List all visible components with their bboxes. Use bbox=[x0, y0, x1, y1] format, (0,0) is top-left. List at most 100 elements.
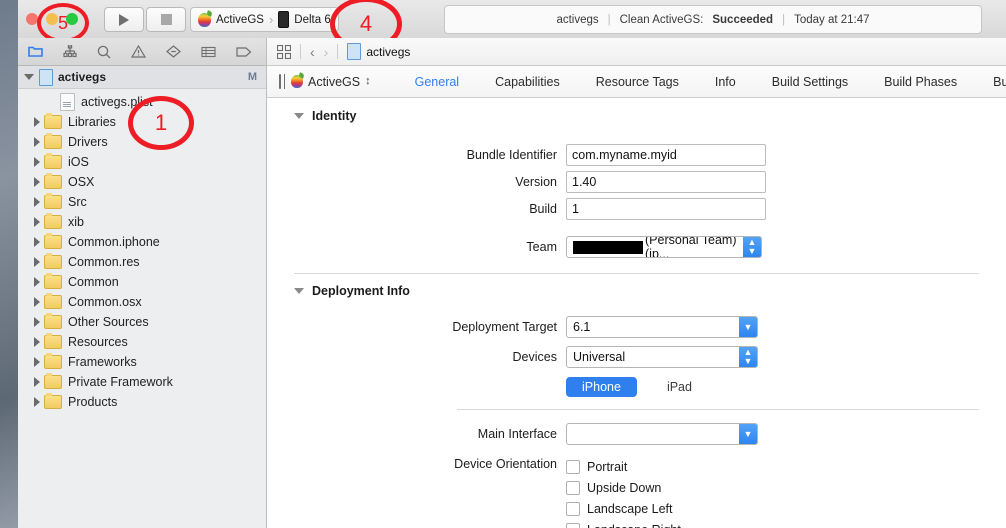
list-item[interactable]: Common.res bbox=[18, 252, 266, 272]
checkbox-icon[interactable] bbox=[566, 522, 580, 528]
tab-build-settings[interactable]: Build Settings bbox=[754, 75, 866, 89]
tab-build-phases[interactable]: Build Phases bbox=[866, 75, 975, 89]
disclosure-triangle[interactable] bbox=[18, 177, 44, 187]
scheme-selector[interactable]: ActiveGS › Delta 6 bbox=[190, 7, 339, 32]
tab-resource-tags[interactable]: Resource Tags bbox=[578, 75, 697, 89]
identity-section-header[interactable]: Identity bbox=[294, 109, 1006, 123]
list-item-label: Resources bbox=[68, 335, 128, 349]
disclosure-triangle[interactable] bbox=[18, 197, 44, 207]
devices-popup-button[interactable]: Universal ▲ ▼ bbox=[566, 346, 758, 368]
run-button[interactable] bbox=[104, 7, 144, 32]
deployment-target-combo[interactable]: 6.1 ▼ bbox=[566, 316, 758, 338]
status-badge: M bbox=[247, 71, 257, 83]
source-control-icon[interactable] bbox=[63, 44, 77, 60]
folder-icon[interactable] bbox=[28, 44, 43, 60]
xcode-window: 5 ActiveGS › Delta 6 4 activegs | Clean … bbox=[18, 0, 1006, 528]
list-item[interactable]: Common.osx bbox=[18, 292, 266, 312]
checkbox-icon[interactable] bbox=[566, 480, 580, 495]
main-interface-combo[interactable]: ▼ bbox=[566, 423, 758, 445]
orientation-checkbox-group: Portrait Upside Down Landscape Left Land… bbox=[566, 457, 681, 528]
list-item[interactable]: OSX bbox=[18, 172, 266, 192]
list-item[interactable]: Resources bbox=[18, 332, 266, 352]
play-icon bbox=[119, 13, 129, 26]
list-item[interactable]: Private Framework bbox=[18, 372, 266, 392]
bundle-identifier-input[interactable]: com.myname.myid bbox=[566, 144, 766, 166]
tab-general[interactable]: General bbox=[397, 75, 477, 89]
folder-icon bbox=[44, 113, 62, 129]
orientation-upside-down[interactable]: Upside Down bbox=[566, 478, 681, 497]
chevron-right-icon bbox=[34, 397, 40, 407]
list-item[interactable]: Frameworks bbox=[18, 352, 266, 372]
tab-info[interactable]: Info bbox=[697, 75, 754, 89]
folder-icon bbox=[44, 393, 62, 409]
tab-build-rules[interactable]: Build bbox=[975, 75, 1006, 89]
chevron-right-icon bbox=[34, 197, 40, 207]
tab-capabilities[interactable]: Capabilities bbox=[477, 75, 578, 89]
chevron-down-icon[interactable] bbox=[294, 113, 304, 119]
search-icon[interactable] bbox=[97, 44, 111, 60]
orientation-label: Portrait bbox=[587, 459, 628, 474]
list-item[interactable]: xib bbox=[18, 212, 266, 232]
orientation-label: Landscape Left bbox=[587, 501, 673, 516]
list-icon[interactable] bbox=[201, 44, 216, 60]
deployment-info-section-header[interactable]: Deployment Info bbox=[294, 284, 1006, 298]
checkbox-icon[interactable] bbox=[566, 459, 580, 474]
orientation-landscape-right[interactable]: Landscape Right bbox=[566, 520, 681, 528]
folder-icon bbox=[44, 333, 62, 349]
stepper-arrows-icon: ▲ ▼ bbox=[743, 237, 761, 257]
disclosure-triangle[interactable] bbox=[18, 117, 44, 127]
disclosure-triangle[interactable] bbox=[18, 277, 44, 287]
chevron-right-icon bbox=[34, 257, 40, 267]
main-interface-row: Main Interface ▼ bbox=[267, 422, 1006, 446]
stop-button[interactable] bbox=[146, 7, 186, 32]
list-item[interactable]: Products bbox=[18, 392, 266, 412]
list-item-label: xib bbox=[68, 215, 84, 229]
segment-iphone[interactable]: iPhone bbox=[566, 377, 637, 397]
list-item-label: Other Sources bbox=[68, 315, 149, 329]
disclosure-triangle[interactable] bbox=[18, 157, 44, 167]
list-item[interactable]: Common.iphone bbox=[18, 232, 266, 252]
navigator-root-row[interactable]: activegs M bbox=[18, 66, 266, 89]
orientation-landscape-left[interactable]: Landscape Left bbox=[566, 499, 681, 518]
checkbox-icon[interactable] bbox=[566, 501, 580, 516]
chevron-down-icon[interactable] bbox=[24, 74, 34, 80]
warning-triangle-icon[interactable] bbox=[131, 44, 146, 60]
version-input[interactable]: 1.40 bbox=[566, 171, 766, 193]
device-orientation-label: Device Orientation bbox=[454, 457, 557, 471]
disclosure-triangle[interactable] bbox=[18, 377, 44, 387]
disclosure-triangle[interactable] bbox=[18, 237, 44, 247]
devices-row: Devices Universal ▲ ▼ bbox=[267, 345, 1006, 369]
list-item[interactable]: iOS bbox=[18, 152, 266, 172]
segment-ipad[interactable]: iPad bbox=[651, 377, 708, 397]
list-item[interactable]: Other Sources bbox=[18, 312, 266, 332]
disclosure-triangle[interactable] bbox=[18, 317, 44, 327]
disclosure-triangle[interactable] bbox=[18, 397, 44, 407]
project-root-label: activegs bbox=[58, 70, 107, 84]
list-item-label: Drivers bbox=[68, 135, 108, 149]
diamond-minus-icon[interactable] bbox=[166, 44, 181, 60]
chevron-right-icon bbox=[34, 177, 40, 187]
team-popup-button[interactable]: (Personal Team) (ip... ▲ ▼ bbox=[566, 236, 762, 258]
disclosure-triangle[interactable] bbox=[18, 257, 44, 267]
chevron-down-icon: ▼ bbox=[739, 424, 757, 444]
disclosure-triangle[interactable] bbox=[18, 337, 44, 347]
orientation-portrait[interactable]: Portrait bbox=[566, 457, 681, 476]
build-input[interactable]: 1 bbox=[566, 198, 766, 220]
scheme-target-label: ActiveGS bbox=[216, 13, 264, 26]
disclosure-triangle[interactable] bbox=[18, 217, 44, 227]
chevron-down-icon[interactable] bbox=[294, 288, 304, 294]
breadcrumb[interactable]: activegs bbox=[347, 43, 410, 60]
target-list-toggle-icon[interactable] bbox=[279, 74, 286, 89]
disclosure-triangle[interactable] bbox=[18, 137, 44, 147]
editor-layout-icon[interactable] bbox=[277, 44, 291, 59]
list-item[interactable]: Common bbox=[18, 272, 266, 292]
list-item[interactable]: Src bbox=[18, 192, 266, 212]
disclosure-triangle[interactable] bbox=[18, 297, 44, 307]
back-arrow-icon[interactable]: ‹ bbox=[310, 44, 315, 60]
disclosure-triangle[interactable] bbox=[18, 357, 44, 367]
device-orientation-row: Device Orientation Portrait Upside Down … bbox=[267, 457, 1006, 528]
forward-arrow-icon[interactable]: › bbox=[324, 44, 329, 60]
target-selector[interactable]: ActiveGS ↕ bbox=[291, 75, 371, 89]
device-segment-row: iPhone iPad bbox=[267, 375, 1006, 399]
tag-icon[interactable] bbox=[236, 44, 252, 60]
